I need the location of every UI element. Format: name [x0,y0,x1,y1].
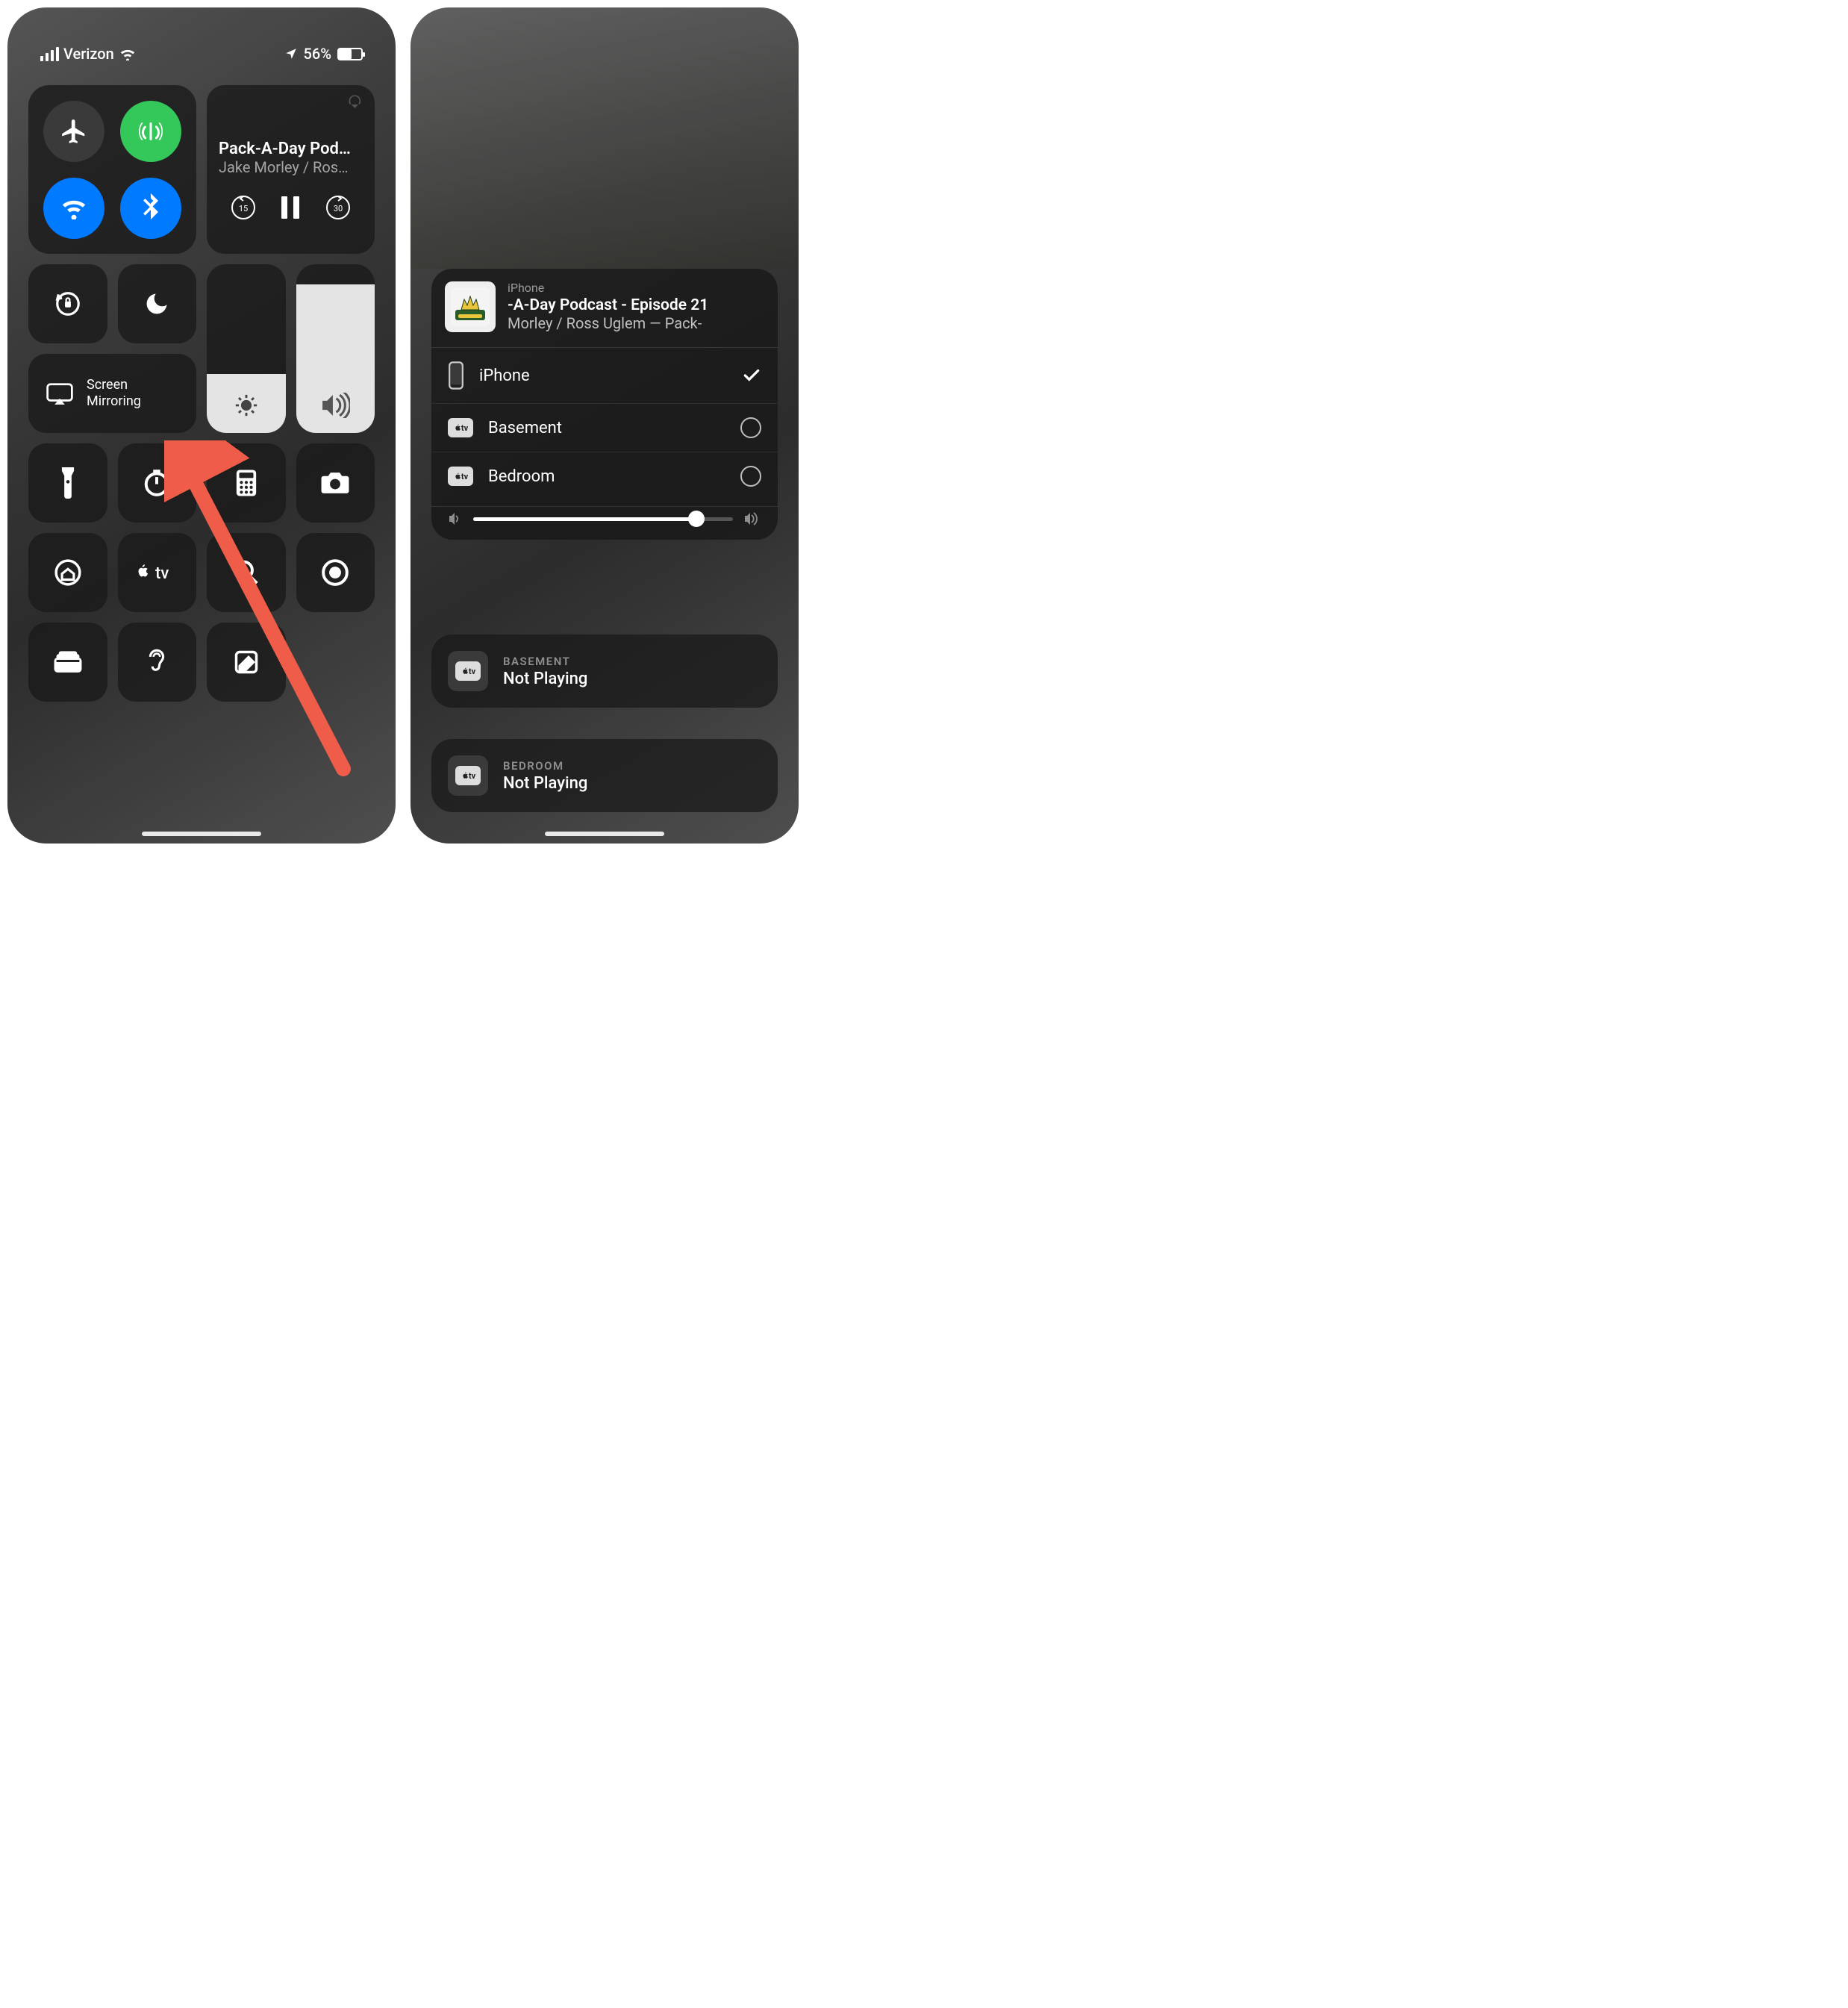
status-bar: Verizon 56% [28,45,375,63]
svg-text:30: 30 [334,204,343,213]
album-art [445,281,496,332]
play-pause-button[interactable] [279,195,302,220]
source-device-icon: tv [448,651,488,691]
cellular-data-toggle[interactable] [120,101,181,162]
airplay-volume-slider[interactable] [431,506,778,526]
screen-mirroring-icon [46,382,73,405]
airplay-current-device: iPhone [508,281,708,295]
camera-button[interactable] [296,443,375,523]
radio-unselected-icon [740,417,761,438]
screen-mirroring-button[interactable]: Screen Mirroring [28,354,196,433]
screen-record-button[interactable] [296,533,375,612]
brightness-icon [234,393,259,418]
airplay-device-row[interactable]: tv Bedroom [431,452,778,500]
skip-back-button[interactable]: 15 [230,194,257,221]
apple-tv-icon: tv [448,467,473,486]
calculator-button[interactable] [207,443,286,523]
source-status: Not Playing [503,774,587,793]
airplay-device-name: iPhone [479,367,727,385]
apple-tv-remote-button[interactable]: tv [118,533,197,612]
airplay-routing-screen: iPhone -A-Day Podcast - Episode 21 Morle… [411,7,799,844]
volume-slider[interactable] [296,264,375,433]
home-indicator[interactable] [545,832,664,836]
airplay-hint-icon [348,94,364,110]
source-room-label: BEDROOM [503,759,587,773]
svg-text:tv: tv [155,564,169,583]
screen-mirroring-label: Screen Mirroring [87,377,141,409]
hearing-button[interactable] [118,623,197,702]
media-title: Pack-A-Day Pod… [219,140,363,158]
airplay-subtitle: Morley / Ross Uglem — Pack- [508,314,708,332]
control-center-grid: Pack-A-Day Pod… Jake Morley / Ros… 15 30 [28,85,375,702]
skip-forward-button[interactable]: 30 [325,194,352,221]
wallet-button[interactable] [28,623,107,702]
bluetooth-toggle[interactable] [120,178,181,239]
timer-button[interactable] [118,443,197,523]
wifi-toggle[interactable] [43,178,104,239]
carrier-label: Verizon [63,45,114,63]
source-device-icon: tv [448,755,488,796]
do-not-disturb-toggle[interactable] [118,264,197,343]
iphone-icon [448,361,464,390]
other-source-card[interactable]: tv BASEMENT Not Playing [431,634,778,708]
source-room-label: BASEMENT [503,655,587,668]
location-icon [284,47,298,60]
apple-tv-icon: tv [448,418,473,437]
svg-text:15: 15 [239,204,248,213]
flashlight-button[interactable] [28,443,107,523]
volume-high-icon [743,511,761,526]
airplay-title: -A-Day Podcast - Episode 21 [508,296,708,314]
volume-icon [320,393,350,418]
source-status: Not Playing [503,670,587,688]
battery-percent: 56% [304,45,331,63]
checkmark-icon [742,366,761,385]
other-source-card[interactable]: tv BEDROOM Not Playing [431,739,778,812]
radio-unselected-icon [740,466,761,487]
battery-icon [337,48,363,60]
connectivity-group [28,85,196,254]
wifi-icon [119,47,137,60]
airplay-device-name: Basement [488,419,725,437]
airplay-panel: iPhone -A-Day Podcast - Episode 21 Morle… [431,269,778,540]
airplane-mode-toggle[interactable] [43,101,104,162]
airplay-device-list: iPhone tv Basement tv Bedroom [431,347,778,500]
airplay-now-playing-header[interactable]: iPhone -A-Day Podcast - Episode 21 Morle… [431,269,778,341]
volume-low-icon [448,512,463,526]
home-button[interactable] [28,533,107,612]
now-playing-module[interactable]: Pack-A-Day Pod… Jake Morley / Ros… 15 30 [207,85,375,254]
airplay-device-name: Bedroom [488,467,725,486]
home-indicator[interactable] [142,832,261,836]
cellular-signal-icon [40,47,59,61]
magnifier-button[interactable] [207,533,286,612]
airplay-device-row[interactable]: iPhone [431,347,778,403]
media-subtitle: Jake Morley / Ros… [219,158,363,176]
orientation-lock-toggle[interactable] [28,264,107,343]
control-center-screen: Verizon 56% [7,7,396,844]
brightness-slider[interactable] [207,264,286,433]
airplay-device-row[interactable]: tv Basement [431,403,778,452]
notes-button[interactable] [207,623,286,702]
